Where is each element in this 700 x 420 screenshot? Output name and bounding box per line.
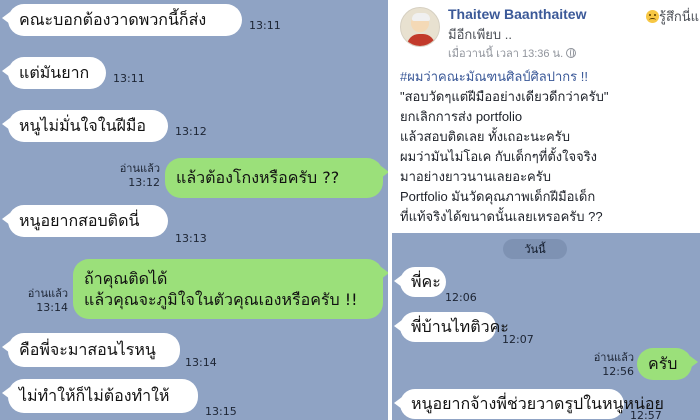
message-time: 12:07: [502, 333, 534, 346]
message-time: 13:12: [128, 176, 160, 189]
message-time: 13:14: [185, 356, 217, 369]
post-status-line: มีอีกเพียบ ..: [448, 27, 512, 42]
message-time: 13:15: [205, 405, 237, 418]
chat-message-incoming[interactable]: คือพี่จะมาสอนไรหนู: [2, 333, 180, 367]
chat-message-incoming[interactable]: คณะบอกต้องวาดพวกนี้ก็ส่ง: [2, 4, 242, 36]
day-separator: วันนี้: [503, 239, 567, 259]
feeling-text: รู้สึกนี่แค่ที่พิมพ์: [659, 9, 700, 24]
chat-message-incoming[interactable]: พี่บ้านไทติวคะ: [394, 312, 509, 342]
post-line: ยกเลิกการส่ง portfolio: [400, 109, 523, 124]
left-chat-panel: คณะบอกต้องวาดพวกนี้ก็ส่ง 13:11 แต่มันยาก…: [0, 0, 388, 420]
chat-message-outgoing[interactable]: ครับ: [637, 348, 698, 380]
timestamp-text: เมื่อวานนี้ เวลา 13:36 น.: [448, 48, 564, 60]
post-line: แล้วสอบติดเลย ทั้งเถอะนะครับ: [400, 129, 570, 144]
facebook-post: Thaitew Baanthaitew รู้สึกนี่แค่ที่พิมพ์…: [392, 0, 700, 233]
message-time: 13:13: [175, 232, 207, 245]
chat-message-incoming[interactable]: พี่คะ: [394, 267, 446, 297]
message-line: แล้วคุณจะภูมิใจในตัวคุณเองหรือครับ !!: [84, 290, 358, 309]
read-receipt: อ่านแล้ว: [119, 162, 160, 175]
right-chat-panel: วันนี้ พี่คะ 12:06 พี่บ้านไทติวคะ 12:07 …: [392, 233, 700, 420]
chat-message-outgoing[interactable]: ถ้าคุณติดได้ แล้วคุณจะภูมิใจในตัวคุณเองห…: [73, 259, 388, 319]
post-line: Portfolio มันวัดคุณภาพเด็กฝีมือเด็ก: [400, 189, 596, 204]
message-meta: อ่านแล้ว 13:12: [118, 162, 160, 190]
chat-message-incoming[interactable]: ไม่ทำให้ก็ไม่ต้องทำให้: [2, 379, 198, 413]
message-meta: อ่านแล้ว 12:56: [592, 351, 634, 379]
chat-message-incoming[interactable]: หนูไม่มั่นใจในฝีมือ: [2, 110, 168, 142]
message-time: 13:11: [113, 72, 145, 85]
post-feeling: รู้สึกนี่แค่ที่พิมพ์: [644, 6, 700, 27]
message-line: ถ้าคุณติดได้: [84, 269, 168, 288]
post-author[interactable]: Thaitew Baanthaitew: [448, 6, 586, 22]
globe-icon: [566, 48, 577, 58]
chat-message-outgoing[interactable]: แล้วต้องโกงหรือครับ ??: [165, 158, 388, 198]
message-time: 12:57: [630, 409, 662, 420]
chat-message-incoming[interactable]: แต่มันยาก: [2, 57, 106, 89]
post-line: ที่แท้จริงได้ขนาดนั้นเลยเหรอครับ ??: [400, 209, 603, 224]
message-time: 13:11: [249, 19, 281, 32]
post-line: มาอย่างยาวนานเลยอะครับ: [400, 169, 551, 184]
read-receipt: อ่านแล้ว: [27, 287, 68, 300]
message-meta: อ่านแล้ว 13:14: [26, 287, 68, 315]
post-hashtag[interactable]: #ผมว่าคณะมัณฑนศิลป์ศิลปากร !!: [400, 67, 696, 87]
message-time: 12:56: [602, 365, 634, 378]
message-time: 13:12: [175, 125, 207, 138]
post-line: "สอบวัดๆแต่ฝีมืออย่างเดียวดีกว่าครับ": [400, 89, 609, 104]
chat-message-incoming[interactable]: หนูอยากจ้างพี่ช่วยวาดรูปในหนูหน่อย: [394, 389, 664, 419]
chat-message-incoming[interactable]: หนูอยากสอบติดนี่: [2, 205, 168, 237]
message-time: 13:14: [36, 301, 68, 314]
sad-emoji-icon: [646, 10, 659, 23]
avatar[interactable]: [400, 7, 440, 47]
read-receipt: อ่านแล้ว: [593, 351, 634, 364]
post-timestamp[interactable]: เมื่อวานนี้ เวลา 13:36 น.: [448, 44, 577, 62]
message-time: 12:06: [445, 291, 477, 304]
post-line: ผมว่ามันไม่โอเค กับเด็กๆที่ตั้งใจจริง: [400, 149, 598, 164]
post-body: #ผมว่าคณะมัณฑนศิลป์ศิลปากร !! "สอบวัดๆแต…: [400, 67, 696, 227]
